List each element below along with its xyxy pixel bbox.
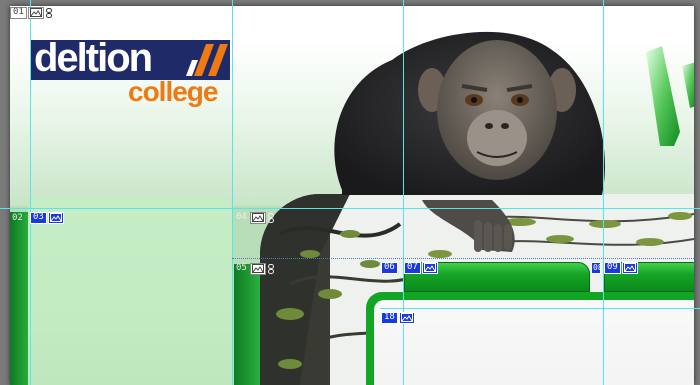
heading-letter-graphic xyxy=(646,46,694,146)
slice-number: 02 xyxy=(12,213,23,223)
slice-01-label[interactable]: 01 xyxy=(10,6,53,19)
content-box xyxy=(366,292,694,385)
logo-slashes-icon xyxy=(186,44,228,76)
slice-03-label[interactable]: 03 xyxy=(30,211,64,224)
slice-08-label[interactable]: 08 xyxy=(591,261,601,274)
link-icon xyxy=(267,212,275,224)
slice-number: 06 xyxy=(381,261,398,274)
guide-horizontal[interactable] xyxy=(0,208,700,209)
middle-green-strip xyxy=(234,264,260,385)
image-icon xyxy=(47,211,64,224)
slice-number: 18 xyxy=(381,311,398,324)
design-view: deltion college xyxy=(10,6,694,385)
slice-number: 03 xyxy=(30,211,47,224)
slice-18-label[interactable]: 18 xyxy=(381,311,415,324)
logo-name: deltion xyxy=(34,36,153,80)
slice-05-label[interactable]: 05 xyxy=(234,262,275,275)
slice-number: 01 xyxy=(10,6,27,19)
image-icon xyxy=(421,261,438,274)
link-icon xyxy=(45,7,53,19)
guide-vertical[interactable] xyxy=(403,0,404,385)
content-box-inner xyxy=(374,300,694,385)
guide-vertical[interactable] xyxy=(232,0,233,385)
slice-02-label[interactable]: 02 xyxy=(10,212,25,225)
guide-vertical[interactable] xyxy=(30,0,31,385)
image-icon xyxy=(249,211,266,224)
image-icon xyxy=(249,262,266,275)
chimpanzee-photo xyxy=(334,31,605,252)
guide-horizontal-dotted[interactable] xyxy=(232,258,700,259)
guide-vertical[interactable] xyxy=(603,0,604,385)
slice-number: 09 xyxy=(604,261,621,274)
image-icon xyxy=(398,311,415,324)
image-icon xyxy=(621,261,638,274)
slice-07-label[interactable]: 07 xyxy=(404,261,438,274)
slice-number: 07 xyxy=(404,261,421,274)
guide-horizontal[interactable] xyxy=(380,308,700,309)
left-green-strip xyxy=(10,212,30,385)
slice-09-label[interactable]: 09 xyxy=(604,261,638,274)
left-content-panel xyxy=(28,196,232,385)
logo-subtitle: college xyxy=(128,76,218,107)
slice-06-label[interactable]: 06 xyxy=(381,261,398,274)
slice-number: 08 xyxy=(591,261,601,274)
slice-number: 05 xyxy=(236,263,247,273)
slice-number: 04 xyxy=(236,212,247,222)
image-icon xyxy=(27,6,44,19)
editor-canvas: deltion college 01 02 03 04 05 06 07 0 0… xyxy=(0,0,700,385)
deltion-college-logo: deltion college xyxy=(30,36,230,110)
link-icon xyxy=(267,263,275,275)
slice-04-label[interactable]: 04 xyxy=(234,211,275,224)
